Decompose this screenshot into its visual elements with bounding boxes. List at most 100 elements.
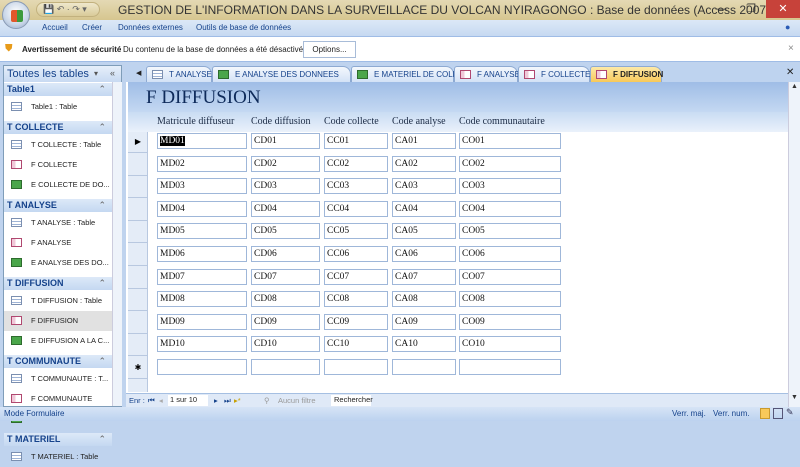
field-code-collecte[interactable]: CC02 (324, 155, 388, 172)
field-code-diffusion[interactable]: CD07 (251, 268, 320, 285)
first-record-icon[interactable]: ⏮ (148, 396, 155, 406)
record-position-input[interactable]: 1 sur 10 (168, 395, 208, 406)
field-code-communautaire[interactable]: CO06 (459, 246, 561, 262)
field-code-collecte[interactable]: CC07 (324, 268, 388, 285)
nav-group-header[interactable]: Table1 ⌃ (4, 83, 112, 96)
datasheet-view-icon[interactable] (773, 408, 783, 419)
maximize-button[interactable]: ❐ (736, 0, 766, 18)
record-selector[interactable] (128, 154, 148, 176)
nav-scrollbar[interactable] (112, 82, 122, 406)
record-selector[interactable] (128, 312, 148, 334)
form-view-icon[interactable] (760, 408, 770, 419)
field-code-communautaire[interactable]: CO05 (459, 223, 561, 240)
new-record-icon[interactable]: ▸* (234, 396, 241, 405)
nav-item[interactable]: T MATERIEL : Table (4, 447, 112, 467)
last-record-icon[interactable]: ⏭ (224, 396, 231, 406)
help-icon[interactable]: ● (785, 22, 790, 32)
field-matricule-diffuseur[interactable]: MD10 (157, 336, 247, 353)
field-code-communautaire[interactable]: CO09 (459, 313, 561, 330)
nav-item[interactable]: E COLLECTE DE DO... (4, 175, 112, 195)
ribbon-tab-accueil[interactable]: Accueil (42, 23, 68, 32)
nav-item[interactable]: E ANALYSE DES DO... (4, 253, 112, 273)
record-selector[interactable]: ▶ (128, 131, 148, 153)
field-code-diffusion[interactable]: CD06 (251, 246, 320, 262)
field-matricule-diffuseur[interactable]: MD09 (157, 313, 247, 330)
nav-item[interactable]: T DIFFUSION : Table (4, 291, 112, 311)
quick-access-toolbar[interactable]: 💾 ↶ · ↷ ▾ (36, 2, 100, 17)
field-code-communautaire[interactable] (459, 359, 561, 375)
field-code-diffusion[interactable]: CD03 (251, 178, 320, 195)
nav-group-header[interactable]: T COMMUNAUTE ⌃ (4, 355, 112, 368)
record-selector[interactable] (128, 244, 148, 266)
field-code-collecte[interactable]: CC09 (324, 313, 388, 330)
field-code-diffusion[interactable]: CD02 (251, 155, 320, 172)
record-selector[interactable] (128, 176, 148, 199)
field-code-diffusion[interactable]: CD01 (251, 133, 320, 149)
field-code-diffusion[interactable]: CD04 (251, 200, 320, 217)
field-matricule-diffuseur[interactable]: MD02 (157, 155, 247, 172)
nav-item[interactable]: T ANALYSE : Table (4, 213, 112, 233)
collapse-group-icon[interactable]: ⌃ (98, 356, 106, 367)
document-tab[interactable]: F COLLECTE (518, 66, 590, 82)
ribbon-tab-donnees-externes[interactable]: Données externes (118, 23, 183, 32)
field-code-analyse[interactable]: CA03 (392, 178, 456, 195)
record-selector[interactable] (128, 334, 148, 357)
record-selector[interactable] (128, 199, 148, 221)
field-code-diffusion[interactable]: CD10 (251, 336, 320, 353)
field-code-analyse[interactable]: CA09 (392, 313, 456, 330)
field-code-collecte[interactable]: CC10 (324, 336, 388, 353)
field-code-diffusion[interactable]: CD05 (251, 223, 320, 240)
field-code-analyse[interactable]: CA07 (392, 268, 456, 285)
field-code-analyse[interactable]: CA04 (392, 200, 456, 217)
collapse-group-icon[interactable]: ⌃ (98, 278, 106, 289)
scroll-down-icon[interactable]: ▼ (791, 394, 798, 401)
previous-record-icon[interactable]: ◂ (159, 396, 163, 405)
scroll-up-icon[interactable]: ▲ (791, 83, 798, 90)
field-code-collecte[interactable]: CC03 (324, 178, 388, 195)
field-code-diffusion[interactable]: CD09 (251, 313, 320, 330)
record-selector[interactable] (128, 221, 148, 244)
field-matricule-diffuseur[interactable]: MD01 (157, 133, 247, 149)
nav-header[interactable]: Toutes les tables ▾ « (4, 66, 121, 82)
nav-group-header[interactable]: T DIFFUSION ⌃ (4, 277, 112, 290)
nav-item[interactable]: F COMMUNAUTE (4, 389, 112, 409)
collapse-pane-icon[interactable]: « (110, 68, 115, 78)
ribbon-tab-creer[interactable]: Créer (82, 23, 102, 32)
field-code-collecte[interactable]: CC01 (324, 133, 388, 149)
vertical-scrollbar[interactable]: ▲ ▼ (788, 82, 800, 407)
field-code-communautaire[interactable]: CO08 (459, 291, 561, 308)
field-code-communautaire[interactable]: CO01 (459, 133, 561, 149)
nav-item[interactable]: T COLLECTE : Table (4, 135, 112, 155)
document-tab[interactable]: E MATERIEL DE COLLECTE (351, 66, 478, 82)
field-code-analyse[interactable]: CA10 (392, 336, 456, 353)
nav-item[interactable]: Table1 : Table (4, 97, 112, 117)
field-code-collecte[interactable]: CC08 (324, 291, 388, 308)
document-tab[interactable]: F DIFFUSION (590, 66, 663, 82)
field-matricule-diffuseur[interactable]: MD04 (157, 200, 247, 217)
search-input[interactable]: Rechercher (331, 395, 373, 406)
close-button[interactable]: ✕ (766, 0, 800, 18)
field-matricule-diffuseur[interactable]: MD07 (157, 268, 247, 285)
field-matricule-diffuseur[interactable]: MD06 (157, 246, 247, 262)
field-code-diffusion[interactable] (251, 359, 320, 375)
field-matricule-diffuseur[interactable]: MD05 (157, 223, 247, 240)
collapse-group-icon[interactable]: ⌃ (98, 200, 106, 211)
design-view-icon[interactable]: ✎ (786, 407, 794, 418)
field-code-collecte[interactable]: CC06 (324, 246, 388, 262)
minimize-button[interactable]: — (706, 0, 736, 18)
nav-item[interactable]: F DIFFUSION (4, 311, 112, 331)
document-tab[interactable]: F ANALYSE (454, 66, 520, 82)
field-code-communautaire[interactable]: CO07 (459, 268, 561, 285)
field-matricule-diffuseur[interactable] (157, 359, 247, 375)
close-document-icon[interactable]: ✕ (786, 67, 794, 78)
field-code-communautaire[interactable]: CO03 (459, 178, 561, 195)
field-matricule-diffuseur[interactable]: MD08 (157, 291, 247, 308)
close-security-bar-icon[interactable]: × (788, 43, 794, 54)
next-record-icon[interactable]: ▸ (214, 396, 218, 405)
field-code-collecte[interactable] (324, 359, 388, 375)
nav-item[interactable]: T COMMUNAUTE : T... (4, 369, 112, 389)
record-selector[interactable]: ✱ (128, 357, 148, 379)
record-selector[interactable] (128, 289, 148, 312)
collapse-group-icon[interactable]: ⌃ (98, 84, 106, 95)
office-button[interactable] (2, 1, 30, 29)
